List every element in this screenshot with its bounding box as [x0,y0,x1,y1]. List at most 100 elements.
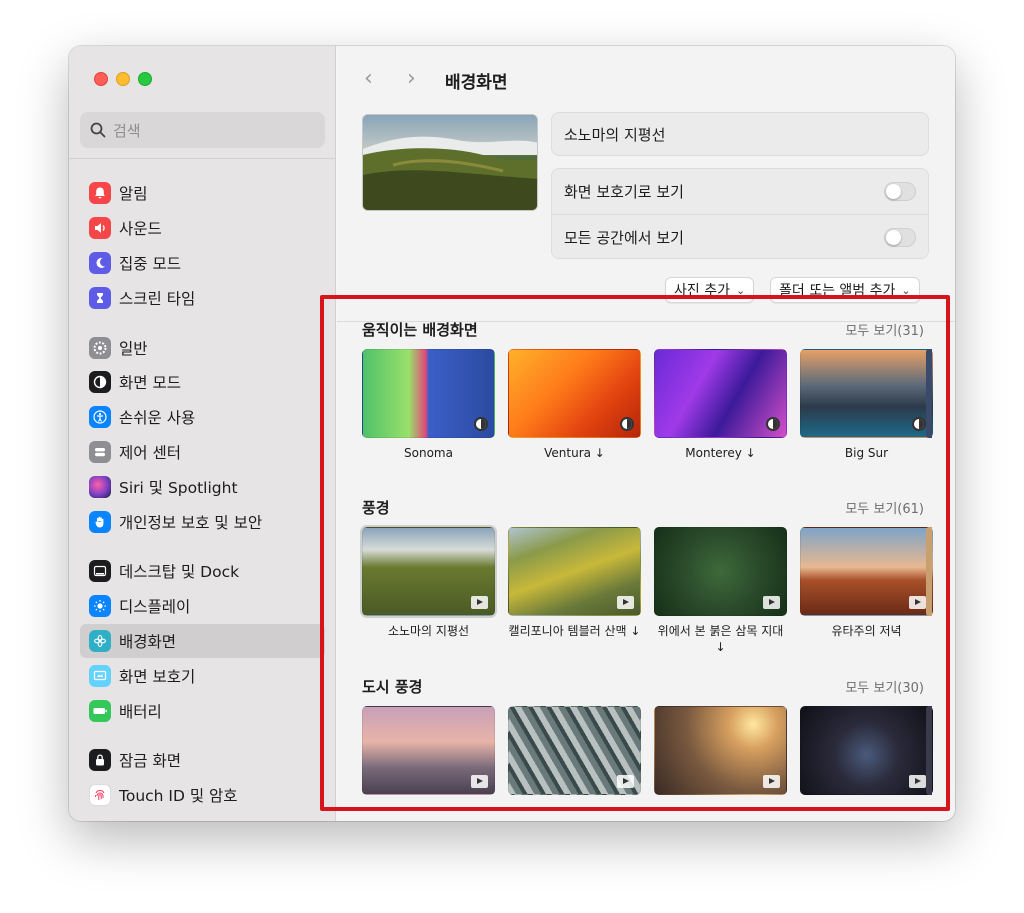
sidebar-item-lock-screen[interactable]: 잠금 화면 [80,743,325,778]
appearance-icon [89,371,111,394]
wallpaper-image [800,349,933,438]
back-chevron-icon[interactable]: ‹ [364,66,373,91]
dynamic-appearance-icon [912,417,926,431]
show-all-link[interactable]: 모두 보기(30) [845,677,924,696]
sidebar-divider [69,158,335,159]
sidebar-item-wallpaper[interactable]: 배경화면 [80,623,325,659]
wallpaper-thumb[interactable]: Sonoma [362,349,495,461]
sidebar-item-label: 집중 모드 [119,254,181,273]
wallpaper-image [360,525,497,618]
page-title: 배경화면 [445,73,508,93]
sidebar-item-label: 제어 센터 [119,443,181,462]
wallpaper-thumb[interactable]: 소노마의 지평선 [360,525,497,655]
sidebar: 검색 알림 사운드 집중 모드 스크린 타임 일반 화면 모드 손쉬운 사용 제… [69,46,336,821]
wallpaper-thumb[interactable]: Monterey ↓ [654,349,787,461]
hand-icon [89,510,111,533]
wallpaper-image [508,706,641,795]
wallpaper-thumb[interactable]: 위에서 본 붉은 삼목 지대 ↓ [654,527,787,655]
sidebar-item-label: 손쉬운 사용 [119,409,196,428]
add-photo-label: 사진 추가 [674,283,730,299]
search-icon [90,122,106,138]
accessibility-icon [89,406,111,429]
dynamic-appearance-icon [620,417,634,431]
sidebar-list: 알림 사운드 집중 모드 스크린 타임 일반 화면 모드 손쉬운 사용 제어 센… [80,176,325,813]
sidebar-item-general[interactable]: 일반 [80,330,325,365]
current-wallpaper-preview [362,114,538,211]
chevron-down-icon: ⌄ [901,283,911,297]
show-all-link[interactable]: 모두 보기(61) [845,498,924,517]
wallpaper-label: 유타주의 저녁 [831,624,902,638]
wallpaper-thumb[interactable] [654,706,787,795]
video-icon [471,596,488,609]
sidebar-item-screensaver[interactable]: 화면 보호기 [80,658,325,693]
close-button[interactable] [94,72,108,86]
sidebar-item-label: 배경화면 [119,632,177,651]
wallpaper-thumb[interactable] [800,706,933,795]
wallpaper-thumb[interactable]: 캘리포니아 템블러 산맥 ↓ [508,527,641,655]
sidebar-item-sound[interactable]: 사운드 [80,211,325,246]
add-folder-button[interactable]: 폴더 또는 앨범 추가 ⌄ [770,277,920,303]
dock-icon [89,560,111,583]
chevron-down-icon: ⌄ [735,283,746,297]
option-label: 화면 보호기로 보기 [564,183,684,201]
wallpaper-thumb[interactable]: Ventura ↓ [508,349,641,461]
wallpaper-label: 캘리포니아 템블러 산맥 ↓ [508,624,641,638]
sidebar-item-battery[interactable]: 배터리 [80,693,325,728]
sidebar-item-control-center[interactable]: 제어 센터 [80,435,325,470]
wallpaper-label: 위에서 본 붉은 삼목 지대 ↓ [657,624,784,654]
sidebar-item-notifications[interactable]: 알림 [80,176,325,211]
sidebar-item-privacy[interactable]: 개인정보 보호 및 보안 [80,504,325,539]
settings-window: 검색 알림 사운드 집중 모드 스크린 타임 일반 화면 모드 손쉬운 사용 제… [69,46,955,821]
wallpaper-image [800,706,933,795]
sidebar-item-label: 일반 [119,339,148,358]
wallpaper-image [800,527,933,616]
sidebar-item-accessibility[interactable]: 손쉬운 사용 [80,400,325,435]
sidebar-item-label: Siri 및 Spotlight [119,478,238,497]
section-landscapes: 풍경 모두 보기(61) 소노마의 지평선 캘리포니아 템블러 산맥 ↓ 위에서… [360,497,933,655]
wallpaper-image [362,349,495,438]
wallpaper-thumb[interactable]: 유타주의 저녁 [800,527,933,655]
fingerprint-icon [89,784,111,807]
gear-icon [89,336,111,359]
section-title: 도시 풍경 [362,677,423,696]
wallpaper-thumb[interactable] [362,706,495,795]
minimize-button[interactable] [116,72,130,86]
wallpaper-label: 소노마의 지평선 [387,624,470,638]
control-center-icon [89,440,111,463]
screensaver-toggle[interactable] [884,182,916,201]
video-icon [471,775,488,788]
sidebar-item-focus[interactable]: 집중 모드 [80,246,325,281]
sidebar-item-label: 알림 [119,185,148,204]
add-folder-label: 폴더 또는 앨범 추가 [779,283,896,299]
dynamic-appearance-icon [766,417,780,431]
screensaver-icon [89,664,111,687]
wallpaper-label: Big Sur [844,446,889,460]
wallpaper-image [508,527,641,616]
sidebar-item-label: 개인정보 보호 및 보안 [119,513,263,532]
option-label: 모든 공간에서 보기 [564,228,684,247]
search-input[interactable]: 검색 [80,112,325,148]
wallpaper-thumb[interactable]: Big Sur [800,349,933,461]
wallpaper-image [654,706,787,795]
sidebar-item-label: 스크린 타임 [119,289,196,308]
wallpaper-thumb[interactable] [508,706,641,795]
show-all-link[interactable]: 모두 보기(31) [845,320,924,339]
window-controls [94,72,152,86]
sidebar-item-appearance[interactable]: 화면 모드 [80,365,325,400]
forward-chevron-icon[interactable]: › [407,66,416,91]
hourglass-icon [89,286,111,309]
add-photo-button[interactable]: 사진 추가 ⌄ [665,277,755,303]
sidebar-item-label: 잠금 화면 [119,752,181,771]
sidebar-item-touch-id[interactable]: Touch ID 및 암호 [80,778,325,813]
sidebar-item-desktop-dock[interactable]: 데스크탑 및 Dock [80,554,325,589]
sun-icon [89,595,111,618]
sidebar-item-displays[interactable]: 디스플레이 [80,589,325,624]
sidebar-item-label: 디스플레이 [119,598,191,617]
section-title: 움직이는 배경화면 [362,320,478,339]
sidebar-item-siri[interactable]: Siri 및 Spotlight [80,469,325,504]
sidebar-item-label: 화면 보호기 [119,667,196,686]
all-spaces-toggle[interactable] [884,227,916,247]
zoom-button[interactable] [138,72,152,86]
sidebar-item-screen-time[interactable]: 스크린 타임 [80,280,325,315]
video-icon [909,596,926,609]
